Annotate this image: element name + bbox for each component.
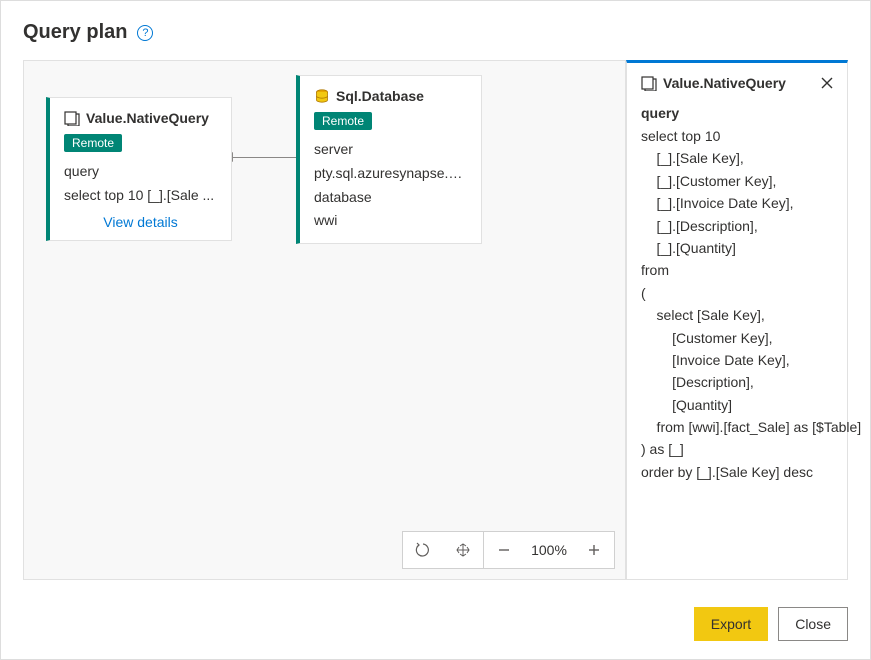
remote-badge: Remote (314, 112, 372, 130)
details-panel: Value.NativeQuery query select top 10 [_… (626, 60, 848, 580)
dialog-footer: Export Close (694, 607, 848, 641)
node-sql-database[interactable]: Sql.Database Remote server pty.sql.azure… (296, 75, 482, 244)
query-icon (64, 110, 80, 126)
node-field-value: select top 10 [_].[Sale ... (64, 184, 217, 208)
content-area: Value.NativeQuery Remote query select to… (23, 60, 848, 580)
node-field-value: wwi (314, 209, 467, 233)
query-text: select top 10 [_].[Sale Key], [_].[Custo… (641, 125, 833, 483)
node-field-label: database (314, 186, 467, 210)
close-icon[interactable] (817, 73, 837, 93)
node-field-label: server (314, 138, 467, 162)
zoom-toolbar: 100% (402, 531, 615, 569)
connector-line (232, 157, 296, 158)
dialog-header: Query plan ? (23, 21, 848, 44)
panel-header: Value.NativeQuery (641, 75, 833, 91)
panel-section-label: query (641, 105, 833, 121)
remote-badge: Remote (64, 134, 122, 152)
query-plan-dialog: Query plan ? Value.NativeQuery Remote qu… (0, 0, 871, 660)
view-details-link[interactable]: View details (64, 214, 217, 230)
plan-canvas[interactable]: Value.NativeQuery Remote query select to… (23, 60, 626, 580)
zoom-in-icon[interactable] (574, 532, 614, 568)
export-button[interactable]: Export (694, 607, 768, 641)
panel-title: Value.NativeQuery (663, 75, 786, 91)
node-title: Sql.Database (336, 88, 424, 104)
node-native-query[interactable]: Value.NativeQuery Remote query select to… (46, 97, 232, 241)
zoom-percent: 100% (524, 532, 574, 568)
close-button[interactable]: Close (778, 607, 848, 641)
reset-icon[interactable] (403, 532, 443, 568)
help-icon[interactable]: ? (137, 25, 153, 41)
node-title: Value.NativeQuery (86, 110, 209, 126)
database-icon (314, 88, 330, 104)
node-field-label: query (64, 160, 217, 184)
node-field-value: pty.sql.azuresynapse.net (314, 162, 467, 186)
fit-icon[interactable] (443, 532, 483, 568)
query-icon (641, 75, 657, 91)
dialog-title: Query plan (23, 21, 127, 44)
zoom-out-icon[interactable] (484, 532, 524, 568)
node-header: Sql.Database (314, 88, 467, 104)
node-header: Value.NativeQuery (64, 110, 217, 126)
